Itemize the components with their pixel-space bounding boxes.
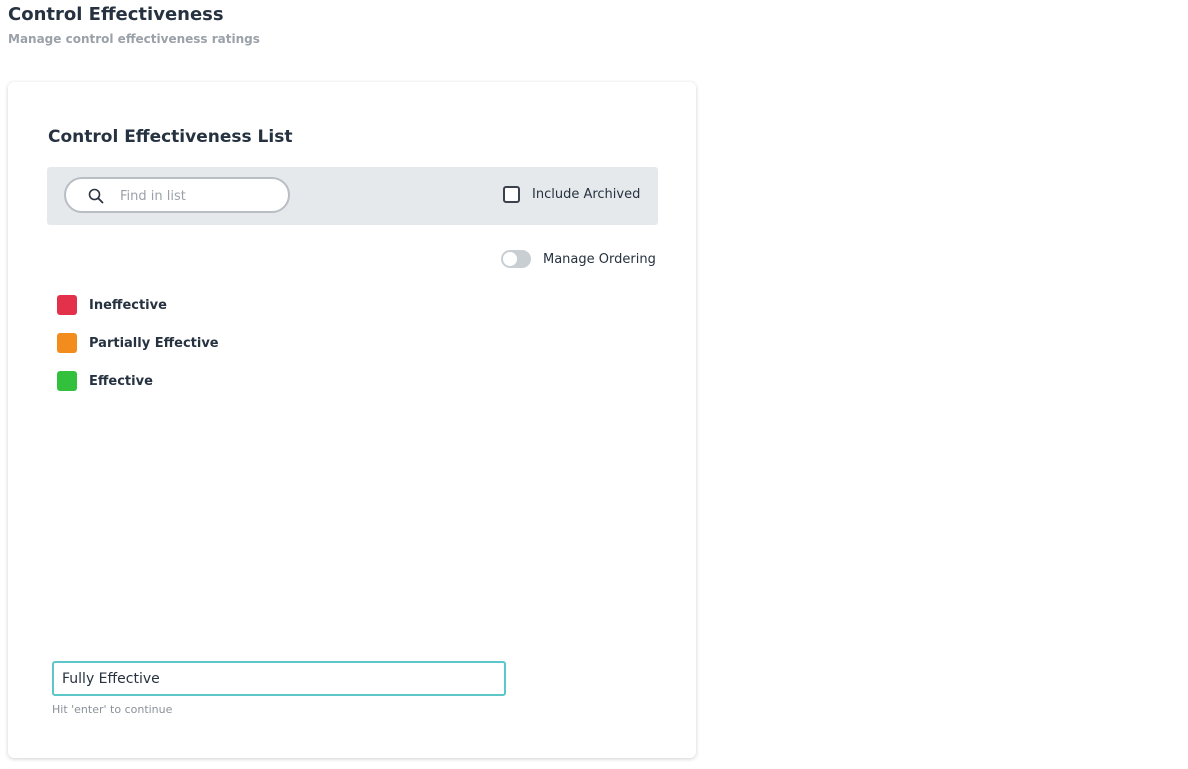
rating-label: Partially Effective <box>89 335 219 351</box>
color-swatch <box>57 295 77 315</box>
search-input[interactable] <box>118 185 282 207</box>
control-effectiveness-card: Control Effectiveness List Include Archi… <box>8 82 696 758</box>
include-archived-label: Include Archived <box>532 187 641 202</box>
manage-ordering-switch[interactable] <box>501 250 531 268</box>
page-header: Control Effectiveness Manage control eff… <box>8 4 260 46</box>
list-item[interactable]: Ineffective <box>57 286 219 324</box>
search-icon <box>88 188 104 204</box>
page-subtitle: Manage control effectiveness ratings <box>8 32 260 46</box>
page-title: Control Effectiveness <box>8 4 224 25</box>
rating-label: Ineffective <box>89 297 167 313</box>
manage-ordering-label: Manage Ordering <box>543 251 656 267</box>
list-item[interactable]: Partially Effective <box>57 324 219 362</box>
manage-ordering-control[interactable]: Manage Ordering <box>501 250 656 268</box>
list-item[interactable]: Effective <box>57 362 219 400</box>
search-box[interactable] <box>64 177 290 213</box>
switch-knob <box>503 252 517 266</box>
include-archived-checkbox[interactable] <box>503 186 520 203</box>
rating-label: Effective <box>89 373 153 389</box>
color-swatch <box>57 371 77 391</box>
rating-list: Ineffective Partially Effective Effectiv… <box>57 286 219 400</box>
include-archived-toggle[interactable]: Include Archived <box>503 186 640 203</box>
input-hint: Hit 'enter' to continue <box>52 703 173 716</box>
card-title: Control Effectiveness List <box>48 127 293 147</box>
filter-bar: Include Archived <box>47 167 658 225</box>
new-rating-input[interactable] <box>52 661 506 696</box>
color-swatch <box>57 333 77 353</box>
